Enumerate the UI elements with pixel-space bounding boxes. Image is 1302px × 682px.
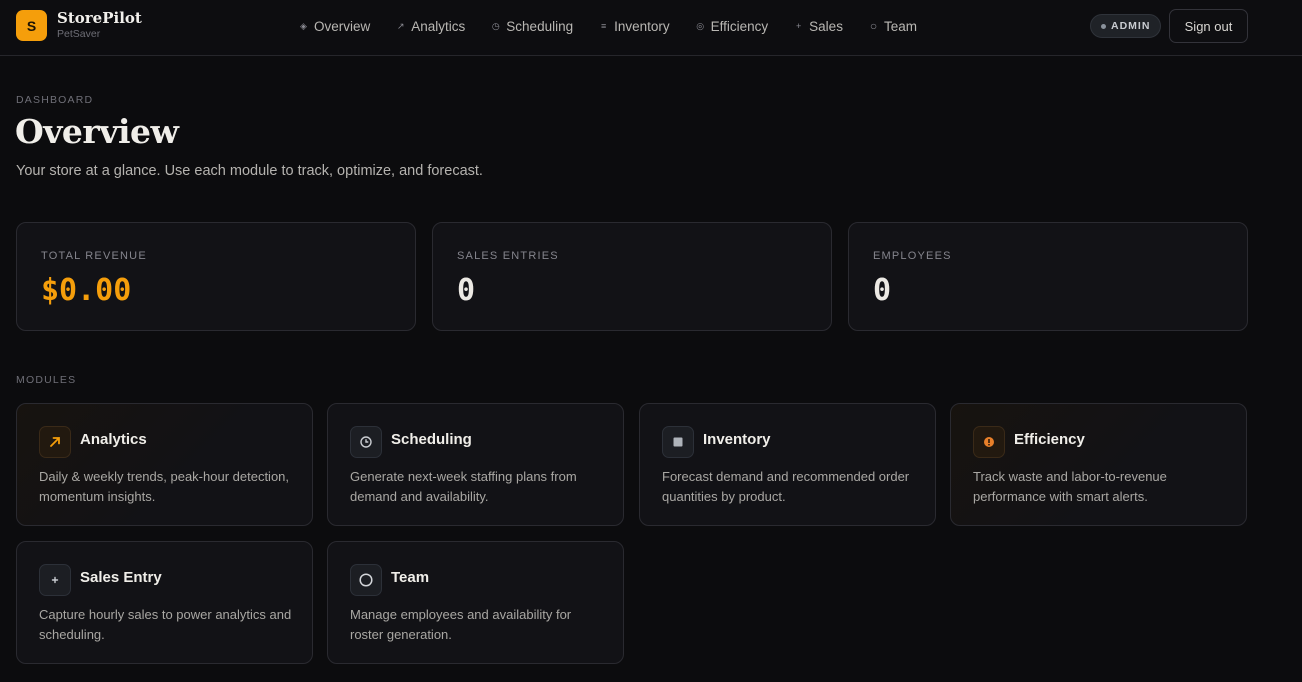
diamond-icon: ◈ xyxy=(300,20,307,31)
gauge-icon xyxy=(973,426,1005,458)
nav-item-scheduling[interactable]: ◷ Scheduling xyxy=(491,19,573,34)
module-title: Scheduling xyxy=(391,431,472,448)
stat-value: 0 xyxy=(873,273,892,308)
plus-icon xyxy=(39,564,71,596)
brand-name: StorePilot xyxy=(57,9,142,27)
module-description: Capture hourly sales to power analytics … xyxy=(39,607,292,642)
sign-out-button[interactable]: Sign out xyxy=(1169,9,1248,43)
role-badge: ADMIN xyxy=(1090,14,1162,38)
module-title: Team xyxy=(391,569,430,586)
module-description: Manage employees and availability for ro… xyxy=(350,607,572,642)
brand-logo-icon: S xyxy=(16,10,47,41)
trend-arrow-icon xyxy=(39,426,71,458)
stat-card-employees: EMPLOYEES 0 xyxy=(848,222,1248,331)
target-icon: ◎ xyxy=(696,20,705,31)
module-description: Daily & weekly trends, peak-hour detecti… xyxy=(39,469,290,504)
store-name: PetSaver xyxy=(57,28,101,40)
nav-label: Inventory xyxy=(614,18,670,34)
brand-text: StorePilot PetSaver xyxy=(57,10,142,41)
module-card-analytics[interactable]: Analytics Daily & weekly trends, peak-ho… xyxy=(16,403,313,526)
nav-label: Efficiency xyxy=(710,18,769,34)
clock-icon xyxy=(350,426,382,458)
stat-label: TOTAL REVENUE xyxy=(41,250,147,262)
module-card-sales-entry[interactable]: Sales Entry Capture hourly sales to powe… xyxy=(16,541,313,664)
main-nav: ◈ Overview ↗ Analytics ◷ Scheduling ≡ In… xyxy=(299,0,943,52)
brand[interactable]: S StorePilot PetSaver xyxy=(16,10,142,41)
circle-icon xyxy=(350,564,382,596)
stat-card-total-revenue: TOTAL REVENUE $0.00 xyxy=(16,222,416,331)
page-title: Overview xyxy=(15,112,179,151)
nav-label: Sales xyxy=(809,18,843,34)
module-description: Generate next-week staffing plans from d… xyxy=(350,469,577,504)
module-title: Analytics xyxy=(80,431,147,448)
module-card-team[interactable]: Team Manage employees and availability f… xyxy=(327,541,624,664)
page-description: Your store at a glance. Use each module … xyxy=(16,163,483,179)
stat-value: $0.00 xyxy=(41,273,132,308)
stat-card-sales-entries: SALES ENTRIES 0 xyxy=(432,222,832,331)
nav-label: Scheduling xyxy=(506,18,574,34)
nav-item-efficiency[interactable]: ◎ Efficiency xyxy=(696,18,769,34)
top-navigation-bar: S StorePilot PetSaver ◈ Overview ↗ Analy… xyxy=(0,0,1302,56)
nav-label: Team xyxy=(883,18,917,34)
module-card-scheduling[interactable]: Scheduling Generate next-week staffing p… xyxy=(327,403,624,526)
nav-item-sales[interactable]: + Sales xyxy=(794,19,843,34)
nav-item-team[interactable]: ○ Team xyxy=(869,19,917,34)
box-icon xyxy=(662,426,694,458)
nav-item-inventory[interactable]: ≡ Inventory xyxy=(599,19,670,34)
nav-label: Analytics xyxy=(411,18,466,34)
circle-icon: ○ xyxy=(869,19,878,33)
module-card-efficiency[interactable]: Efficiency Track waste and labor-to-reve… xyxy=(950,403,1247,526)
module-title: Efficiency xyxy=(1014,431,1085,448)
clock-icon: ◷ xyxy=(491,20,500,31)
stat-label: SALES ENTRIES xyxy=(457,250,559,262)
status-dot-icon xyxy=(1101,23,1106,29)
module-card-inventory[interactable]: Inventory Forecast demand and recommende… xyxy=(639,403,936,526)
module-description: Track waste and labor-to-revenue perform… xyxy=(973,469,1167,504)
stat-value: 0 xyxy=(457,273,476,308)
modules-heading: MODULES xyxy=(16,374,77,386)
role-badge-label: ADMIN xyxy=(1111,20,1151,32)
module-title: Inventory xyxy=(703,431,771,448)
nav-item-analytics[interactable]: ↗ Analytics xyxy=(396,19,465,34)
trend-arrow-icon: ↗ xyxy=(396,20,405,31)
module-description: Forecast demand and recommended order qu… xyxy=(662,469,910,504)
list-icon: ≡ xyxy=(600,21,607,31)
page-eyebrow: DASHBOARD xyxy=(16,94,94,106)
stat-label: EMPLOYEES xyxy=(873,250,952,262)
nav-label: Overview xyxy=(314,18,371,34)
nav-item-overview[interactable]: ◈ Overview xyxy=(299,19,370,34)
module-title: Sales Entry xyxy=(80,569,162,586)
plus-icon: + xyxy=(796,21,802,31)
